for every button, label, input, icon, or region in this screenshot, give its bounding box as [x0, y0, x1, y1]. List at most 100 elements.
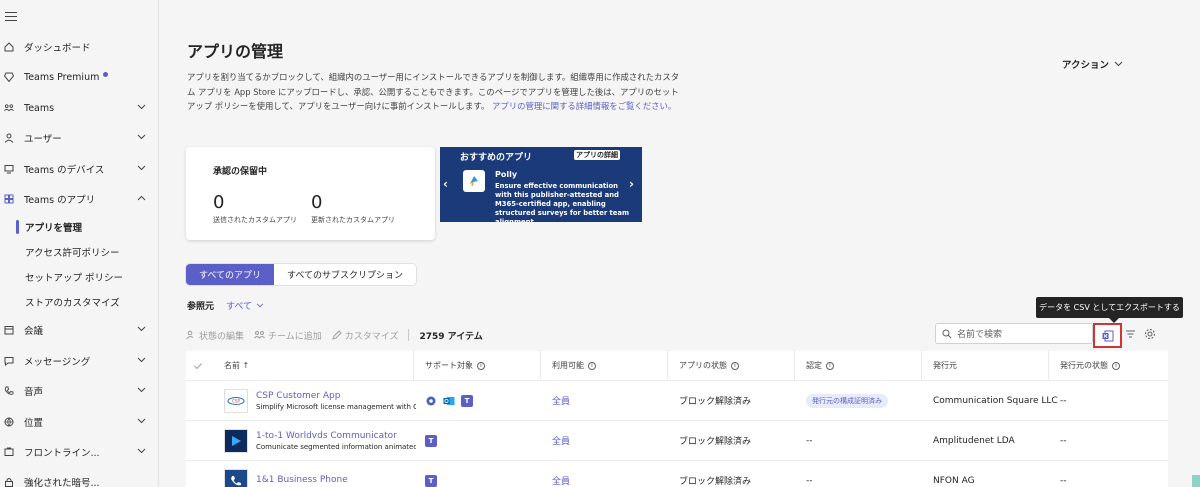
search-input[interactable]: 名前で検索	[935, 323, 1093, 344]
edit-status-button[interactable]: 状態の編集	[186, 329, 244, 342]
device-icon	[4, 164, 14, 174]
column-header-name[interactable]: 名前 ↑	[224, 351, 249, 380]
available-link[interactable]: 全員	[552, 474, 570, 487]
column-header-publisher[interactable]: 発行元	[933, 351, 957, 380]
sidebar-subitem-label: ストアのカスタマイズ	[25, 298, 120, 309]
updated-label: 更新されたカスタムアプリ	[311, 216, 395, 224]
source-filter-dropdown[interactable]: すべて	[226, 299, 264, 312]
column-header-label: 認定	[806, 361, 822, 370]
column-header-supported[interactable]: サポート対象 i	[425, 351, 485, 380]
featured-app-name: Polly	[495, 170, 518, 179]
sidebar-item-encryption[interactable]: 強化された暗号...	[0, 470, 158, 487]
app-name-link[interactable]: 1-to-1 Worldvds Communicator	[256, 431, 397, 441]
chevron-up-icon	[137, 195, 146, 201]
app-name-link[interactable]: 1&1 Business Phone	[256, 475, 348, 485]
search-icon	[942, 329, 952, 339]
source-filter: 参照元 すべて	[187, 299, 264, 312]
certification-value: --	[806, 475, 813, 486]
sidebar-subitem-store-customization[interactable]: ストアのカスタマイズ	[0, 291, 158, 313]
app-description: Simplify Microsoft license management wi…	[256, 402, 416, 411]
publisher-status: --	[1060, 395, 1067, 406]
calendar-icon	[4, 325, 14, 335]
table-row[interactable]: CSP CSP Customer App Simplify Microsoft …	[186, 381, 1168, 421]
sidebar-item-devices[interactable]: Teams のデバイス	[0, 157, 158, 181]
column-header-publisher-status[interactable]: 発行元の状態 i	[1060, 351, 1120, 380]
tab-all-subscriptions[interactable]: すべてのサブスクリプション	[274, 264, 416, 285]
filter-icon[interactable]	[1125, 329, 1136, 339]
available-link[interactable]: 全員	[552, 394, 570, 407]
featured-header: おすすめのアプリ	[460, 153, 533, 163]
app-logo: CSP	[224, 381, 248, 420]
supported-cell: T	[425, 381, 473, 420]
publisher-status-cell: --	[1060, 421, 1067, 460]
sidebar-subitem-permission-policies[interactable]: アクセス許可ポリシー	[0, 241, 158, 263]
select-all-checkbox[interactable]	[194, 351, 202, 380]
sidebar-item-locations[interactable]: 位置	[0, 410, 158, 434]
certification-cell: 発行元の構成証明済み	[806, 381, 888, 420]
sidebar-item-label: 会議	[24, 326, 44, 337]
carousel-prev-icon[interactable]: ‹	[443, 177, 453, 191]
add-team-icon	[254, 330, 265, 340]
item-count: 2759 アイテム	[419, 331, 483, 342]
sidebar-item-users[interactable]: ユーザー	[0, 126, 158, 150]
column-divider	[413, 351, 414, 380]
chevron-down-icon	[137, 357, 146, 363]
outlook-icon	[443, 395, 455, 407]
add-to-team-button[interactable]: チームに追加	[254, 329, 322, 342]
action-menu-button[interactable]: アクション	[1062, 57, 1123, 71]
column-header-label: 利用可能	[552, 361, 584, 370]
column-divider	[540, 351, 541, 380]
table-row[interactable]: 1&1 Business Phone T 全員 ブロック解除済み -- NFON…	[186, 461, 1168, 487]
app-name-cell: 1&1 Business Phone	[256, 461, 416, 487]
app-logo	[224, 461, 248, 487]
sidebar-subitem-setup-policies[interactable]: セットアップ ポリシー	[0, 266, 158, 288]
sidebar-item-frontline[interactable]: フロントライン...	[0, 440, 158, 464]
sidebar-item-voice[interactable]: 音声	[0, 379, 158, 403]
teams-icon: T	[425, 474, 437, 487]
tab-all-apps[interactable]: すべてのアプリ	[186, 264, 275, 285]
pending-title: 承認の保留中	[213, 167, 268, 177]
publisher-cell: Amplitudenet LDA	[933, 421, 1015, 460]
sidebar-item-teams-apps[interactable]: Teams のアプリ	[0, 187, 158, 211]
phone-icon	[4, 386, 14, 396]
sidebar-item-teams[interactable]: Teams	[0, 96, 158, 120]
app-details-button[interactable]: アプリの詳細	[574, 150, 620, 160]
app-name-link[interactable]: CSP Customer App	[256, 391, 340, 401]
info-icon: i	[826, 361, 834, 370]
chevron-down-icon	[137, 134, 146, 140]
customize-button[interactable]: カスタマイズ	[331, 329, 398, 342]
export-csv-button[interactable]	[1093, 323, 1122, 348]
chat-icon	[4, 356, 14, 366]
csp-logo-icon: CSP	[224, 388, 248, 413]
publisher-name: Amplitudenet LDA	[933, 435, 1015, 446]
sidebar-item-label: Teams Premium	[24, 71, 100, 83]
sidebar-item-label: 強化された暗号...	[24, 478, 100, 487]
available-link[interactable]: 全員	[552, 434, 570, 447]
page-title: アプリの管理	[187, 42, 284, 61]
table-row[interactable]: 1-to-1 Worldvds Communicator Comunicate …	[186, 421, 1168, 461]
sidebar-subitem-label: アプリを管理	[25, 223, 83, 234]
supported-cell: T	[425, 421, 437, 460]
user-icon	[4, 133, 14, 143]
hamburger-menu-icon[interactable]	[5, 12, 17, 22]
teams-icon: T	[461, 394, 473, 407]
column-header-certification[interactable]: 認定 i	[806, 351, 834, 380]
gear-icon[interactable]	[1144, 328, 1156, 340]
sidebar-item-dashboard[interactable]: ダッシュボード	[0, 35, 158, 59]
column-header-available[interactable]: 利用可能 i	[552, 351, 596, 380]
chevron-down-icon	[137, 448, 146, 454]
column-header-app-status[interactable]: アプリの状態 i	[679, 351, 739, 380]
submitted-label: 送信されたカスタムアプリ	[213, 216, 297, 224]
sidebar-item-teams-premium[interactable]: Teams Premium	[0, 65, 158, 89]
sidebar-subitem-manage-apps[interactable]: アプリを管理	[0, 216, 158, 238]
polly-logo-icon	[463, 170, 485, 192]
publisher-status: --	[1060, 475, 1067, 486]
sidebar-item-meetings[interactable]: 会議	[0, 318, 158, 342]
column-header-label: サポート対象	[425, 361, 473, 370]
corner-indicator	[1192, 475, 1200, 487]
sidebar-item-messaging[interactable]: メッセージング	[0, 349, 158, 373]
submitted-count: 0	[213, 192, 225, 213]
lock-icon	[4, 477, 14, 487]
learn-more-link[interactable]: アプリの管理に関する詳細情報をご覧ください。	[492, 101, 676, 111]
sort-ascending-icon: ↑	[242, 361, 250, 370]
